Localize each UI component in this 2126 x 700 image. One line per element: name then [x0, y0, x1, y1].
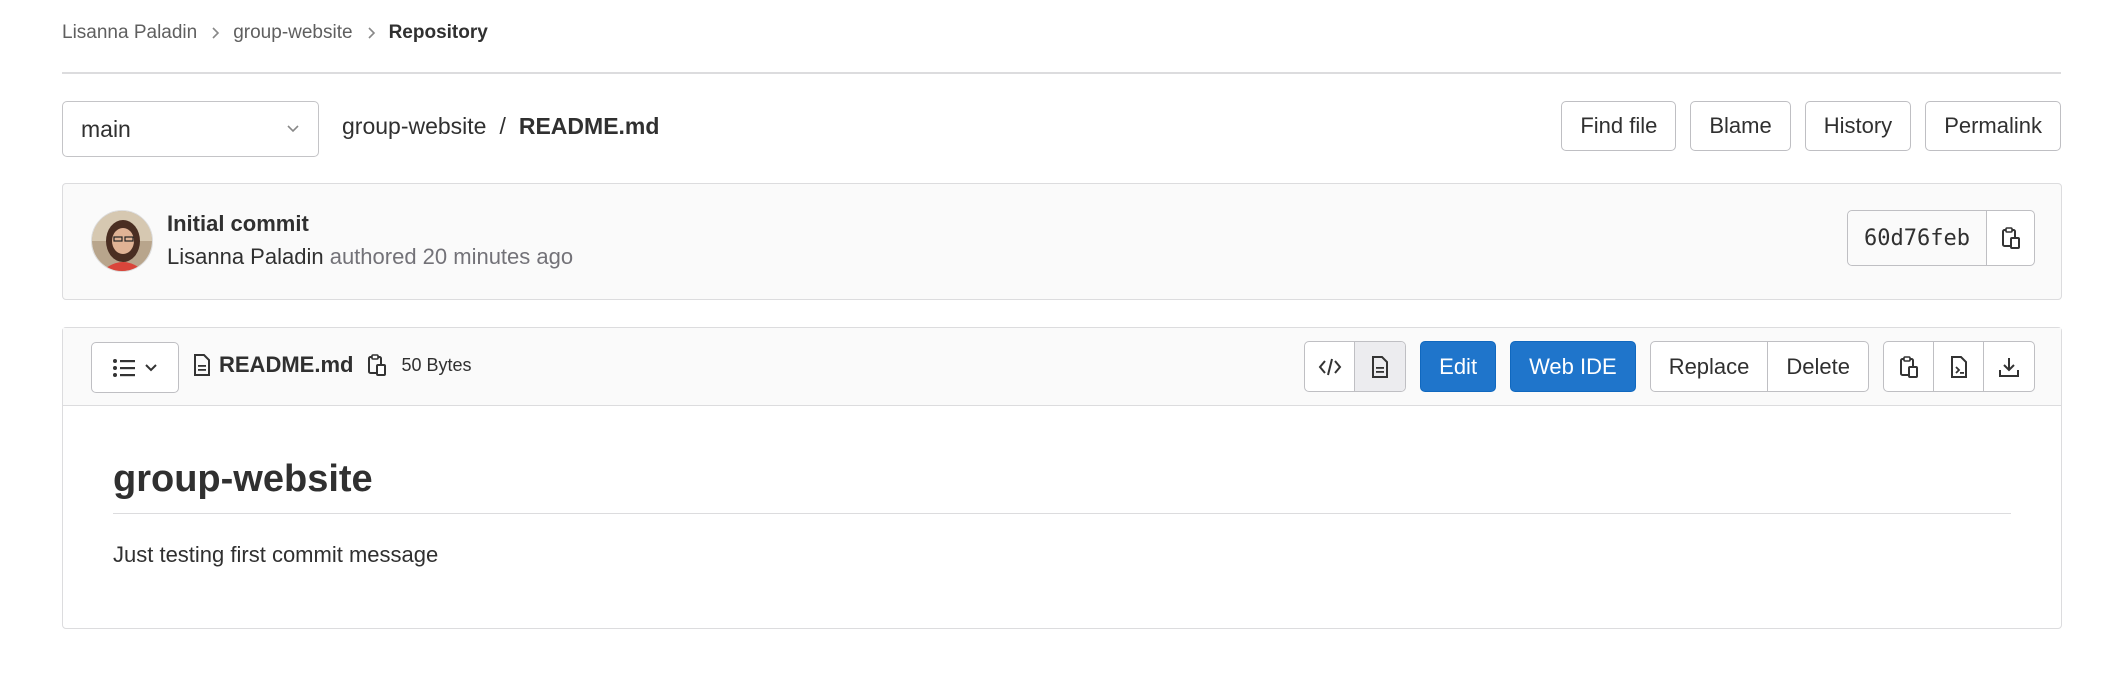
- divider: [62, 72, 2061, 74]
- replace-delete-group: Replace Delete: [1649, 341, 1869, 392]
- document-icon: [194, 354, 210, 376]
- chevron-down-icon: [286, 124, 300, 134]
- file-tools-group: [1883, 341, 2035, 392]
- open-raw-button[interactable]: [1934, 342, 1984, 391]
- commit-title[interactable]: Initial commit: [167, 211, 309, 237]
- chevron-right-icon: [366, 26, 376, 40]
- file-header: README.md 50 Bytes Edit Web IDE Replace: [63, 328, 2061, 406]
- source-view-button[interactable]: [1305, 342, 1356, 391]
- readme-paragraph: Just testing first commit message: [113, 542, 439, 567]
- path-file-name: README.md: [518, 113, 660, 139]
- last-commit-panel: Initial commit Lisanna Paladin authored …: [62, 183, 2062, 300]
- branch-selector[interactable]: main: [62, 101, 319, 157]
- find-file-button[interactable]: Find file: [1561, 101, 1677, 151]
- readme-content: group-website Just testing first commit …: [63, 406, 2061, 568]
- table-of-contents-button[interactable]: [91, 342, 179, 393]
- breadcrumb-item-current[interactable]: Repository: [389, 22, 488, 44]
- commit-author[interactable]: Lisanna Paladin: [167, 244, 324, 269]
- readme-heading: group-website: [113, 458, 2011, 514]
- commit-sha-group: 60d76feb: [1847, 210, 2035, 266]
- file-path: group-website / README.md: [342, 113, 659, 140]
- permalink-button[interactable]: Permalink: [1925, 101, 2061, 151]
- file-size: 50 Bytes: [401, 354, 472, 375]
- copy-icon: [1899, 355, 1918, 378]
- download-icon: [1999, 357, 2019, 377]
- file-code-icon: [1950, 355, 1967, 378]
- copy-sha-button[interactable]: [1987, 211, 2034, 265]
- breadcrumb-item-project[interactable]: group-website: [233, 22, 352, 44]
- breadcrumb-item-user[interactable]: Lisanna Paladin: [62, 22, 197, 44]
- avatar[interactable]: [91, 210, 153, 272]
- delete-button[interactable]: Delete: [1768, 342, 1868, 391]
- copy-contents-button[interactable]: [1884, 342, 1934, 391]
- rich-view-button[interactable]: [1355, 342, 1406, 391]
- document-icon: [1372, 355, 1389, 378]
- list-icon: [113, 358, 135, 377]
- viewer-toggle: [1304, 341, 1407, 392]
- file-title: README.md 50 Bytes: [193, 352, 472, 378]
- commit-meta: Lisanna Paladin authored 20 minutes ago: [167, 244, 573, 270]
- chevron-down-icon: [145, 363, 157, 371]
- blame-button[interactable]: Blame: [1690, 101, 1791, 151]
- replace-button[interactable]: Replace: [1651, 342, 1769, 391]
- breadcrumb: Lisanna Paladin group-website Repository: [62, 22, 488, 44]
- download-button[interactable]: [1984, 342, 2034, 391]
- code-icon: [1318, 358, 1341, 375]
- path-project-link[interactable]: group-website: [342, 113, 486, 140]
- commit-time: authored 20 minutes ago: [329, 244, 574, 269]
- commit-sha[interactable]: 60d76feb: [1848, 211, 1987, 265]
- web-ide-button[interactable]: Web IDE: [1510, 341, 1636, 392]
- history-button[interactable]: History: [1804, 101, 1912, 151]
- tree-actions: Find file Blame History Permalink: [1561, 101, 2061, 151]
- chevron-right-icon: [210, 26, 220, 40]
- copy-icon: [368, 354, 387, 376]
- copy-icon: [2001, 227, 2020, 249]
- branch-name: main: [81, 115, 131, 142]
- copy-file-path-button[interactable]: [367, 353, 387, 377]
- file-actions: Edit Web IDE Replace Delete: [1304, 341, 2035, 392]
- file-name: README.md: [219, 352, 354, 377]
- edit-button[interactable]: Edit: [1420, 341, 1497, 392]
- path-separator: /: [499, 113, 506, 139]
- file-holder: README.md 50 Bytes Edit Web IDE Replace: [62, 327, 2062, 629]
